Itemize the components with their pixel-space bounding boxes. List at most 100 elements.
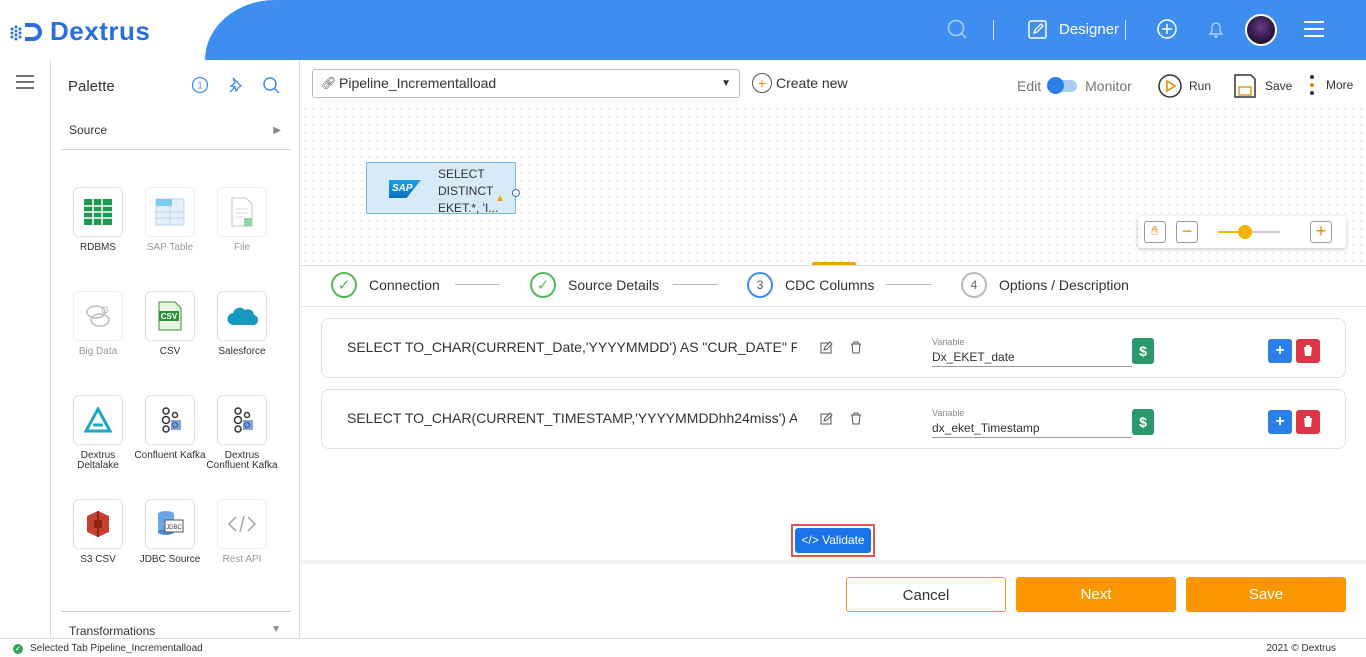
zoom-slider-handle[interactable] bbox=[1238, 225, 1252, 239]
toggle-switch[interactable] bbox=[1047, 77, 1078, 94]
caret-down-icon: ▼ bbox=[721, 78, 731, 89]
create-new-button[interactable]: + Create new bbox=[752, 73, 848, 93]
history-icon[interactable]: 1 bbox=[191, 76, 209, 99]
search-icon[interactable] bbox=[946, 18, 968, 46]
cdc-query-text: SELECT TO_CHAR(CURRENT_Date,'YYYYMMDD') … bbox=[347, 339, 797, 355]
palette-tile-salesforce[interactable]: Salesforce bbox=[206, 291, 278, 357]
run-label: Run bbox=[1189, 79, 1212, 93]
palette-tile-dextrus-confluent-kafka[interactable]: Dextrus Confluent Kafka bbox=[206, 395, 278, 471]
node-text-line: DISTINCT bbox=[438, 184, 494, 198]
palette-tile-s3-csv[interactable]: S3 CSV bbox=[62, 499, 134, 565]
zoom-in-button[interactable]: + bbox=[1310, 221, 1332, 243]
source-section-header[interactable]: Source ▶ bbox=[61, 122, 291, 150]
copyright-text: 2021 © Dextrus bbox=[1266, 643, 1336, 654]
edit-icon[interactable] bbox=[820, 341, 833, 357]
step-options-description[interactable]: 4 Options / Description bbox=[961, 272, 1129, 298]
edit-designer-icon bbox=[1028, 20, 1047, 39]
status-text: Selected Tab Pipeline_Incrementalload bbox=[30, 643, 203, 654]
svg-text:JDBC: JDBC bbox=[166, 525, 182, 531]
delete-row-button[interactable] bbox=[1296, 339, 1320, 363]
palette-tile-rest-api[interactable]: Rest API bbox=[206, 499, 278, 565]
palette-tile-sap-table[interactable]: SAP Table bbox=[134, 187, 206, 253]
create-new-label: Create new bbox=[776, 75, 848, 91]
kafka-icon bbox=[145, 395, 195, 445]
run-button[interactable]: Run bbox=[1157, 73, 1211, 99]
menu-icon[interactable] bbox=[1303, 20, 1325, 44]
user-avatar[interactable] bbox=[1245, 14, 1277, 46]
palette-tile-jdbc-source[interactable]: JDBC JDBC Source bbox=[134, 499, 206, 565]
next-button[interactable]: Next bbox=[1016, 577, 1176, 612]
chevron-down-icon: ▼ bbox=[271, 624, 281, 635]
link-icon: 🔗︎ bbox=[321, 76, 337, 90]
cdc-row: SELECT TO_CHAR(CURRENT_TIMESTAMP,'YYYYMM… bbox=[321, 389, 1346, 449]
dextrus-logo[interactable]: Dextrus bbox=[8, 16, 150, 47]
delete-row-button[interactable] bbox=[1296, 410, 1320, 434]
step-connection[interactable]: ✓ Connection bbox=[331, 272, 440, 298]
edit-icon[interactable] bbox=[820, 412, 833, 428]
jdbc-icon: JDBC bbox=[145, 499, 195, 549]
tile-label: Salesforce bbox=[218, 346, 266, 357]
designer-button[interactable]: Designer bbox=[1027, 18, 1119, 40]
variable-label: Variable bbox=[932, 337, 965, 347]
tile-label: RDBMS bbox=[79, 242, 117, 253]
variable-picker-button[interactable]: $ bbox=[1132, 409, 1154, 435]
transformations-section-header[interactable]: Transformations ▼ bbox=[61, 611, 291, 638]
palette-tile-file[interactable]: File bbox=[206, 187, 278, 253]
variable-input[interactable] bbox=[932, 347, 1132, 367]
warning-icon: ▲ bbox=[495, 193, 505, 204]
deltalake-icon bbox=[73, 395, 123, 445]
check-icon: ✓ bbox=[331, 272, 357, 298]
palette-tile-rdbms[interactable]: RDBMS bbox=[62, 187, 134, 253]
add-row-button[interactable]: + bbox=[1268, 410, 1292, 434]
step-source-details[interactable]: ✓ Source Details bbox=[530, 272, 659, 298]
zoom-out-button[interactable]: − bbox=[1176, 221, 1198, 243]
check-icon: ✓ bbox=[530, 272, 556, 298]
top-header: Dextrus Designer bbox=[0, 0, 1366, 60]
save-label: Save bbox=[1265, 79, 1293, 93]
palette-tile-confluent-kafka[interactable]: Confluent Kafka bbox=[134, 395, 206, 461]
pin-icon[interactable] bbox=[227, 76, 245, 99]
logo-text: Dextrus bbox=[50, 16, 151, 46]
hamburger-icon[interactable] bbox=[16, 75, 34, 94]
trash-icon[interactable] bbox=[850, 341, 862, 357]
palette-tile-big-data[interactable]: Big Data bbox=[62, 291, 134, 357]
refresh-icon[interactable] bbox=[262, 76, 280, 99]
cdc-query-text: SELECT TO_CHAR(CURRENT_TIMESTAMP,'YYYYMM… bbox=[347, 410, 797, 426]
save-button[interactable]: Save bbox=[1186, 577, 1346, 612]
pipeline-select[interactable]: 🔗︎ Pipeline_Incrementalload ▼ bbox=[312, 69, 740, 98]
monitor-label: Monitor bbox=[1085, 78, 1132, 94]
salesforce-cloud-icon bbox=[217, 291, 267, 341]
add-row-button[interactable]: + bbox=[1268, 339, 1292, 363]
more-button[interactable]: More bbox=[1308, 73, 1353, 97]
variable-picker-button[interactable]: $ bbox=[1132, 338, 1154, 364]
pan-hand-icon[interactable]: ✋︎ bbox=[1144, 221, 1166, 243]
validate-button[interactable]: </> Validate bbox=[795, 528, 871, 553]
sap-table-icon bbox=[145, 187, 195, 237]
rdbms-grid-icon bbox=[73, 187, 123, 237]
source-label: Source bbox=[69, 123, 108, 137]
trash-icon[interactable] bbox=[850, 412, 862, 428]
csv-icon: CSV bbox=[145, 291, 195, 341]
variable-input[interactable] bbox=[932, 418, 1132, 438]
edit-label: Edit bbox=[1017, 78, 1042, 94]
step-cdc-columns[interactable]: 3 CDC Columns bbox=[747, 272, 874, 298]
cancel-button[interactable]: Cancel bbox=[846, 577, 1006, 612]
add-circle-icon[interactable] bbox=[1156, 18, 1178, 46]
code-icon bbox=[217, 499, 267, 549]
bell-icon[interactable] bbox=[1205, 18, 1227, 46]
palette-tile-dextrus-deltalake[interactable]: Dextrus Deltalake bbox=[62, 395, 134, 471]
toolbar-save-button[interactable]: Save bbox=[1233, 73, 1292, 99]
pipeline-name: Pipeline_Incrementalload bbox=[339, 75, 497, 91]
svg-text:CSV: CSV bbox=[161, 312, 178, 321]
sap-source-node[interactable]: SAP SELECT DISTINCT EKET.*, 'I... ▲ bbox=[366, 162, 520, 215]
svg-text:1: 1 bbox=[197, 81, 202, 91]
variable-label: Variable bbox=[932, 408, 965, 418]
toggle-knob bbox=[1047, 77, 1065, 94]
node-output-port[interactable] bbox=[512, 189, 520, 197]
step-connector bbox=[886, 284, 932, 285]
edit-monitor-toggle[interactable]: Edit Monitor bbox=[1017, 77, 1132, 94]
tile-label: File bbox=[233, 242, 251, 253]
status-bar: ✓ Selected Tab Pipeline_Incrementalload … bbox=[0, 638, 1366, 657]
palette-tile-csv[interactable]: CSV CSV bbox=[134, 291, 206, 357]
header-divider bbox=[993, 20, 994, 40]
